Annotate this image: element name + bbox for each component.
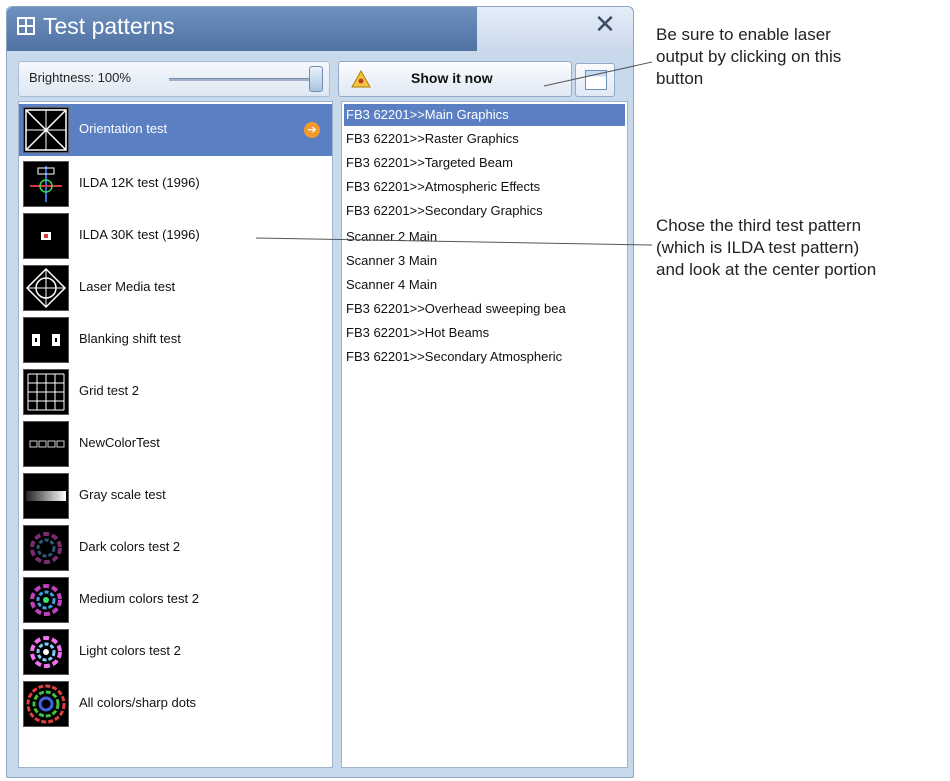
- scanner-item[interactable]: FB3 62201>>Hot Beams: [344, 322, 625, 344]
- pattern-item-medium-colors[interactable]: Medium colors test 2: [19, 574, 332, 626]
- window-title: Test patterns: [43, 13, 175, 39]
- scanner-item[interactable]: FB3 62201>>Secondary Atmospheric: [344, 346, 625, 368]
- pattern-item-dark-colors[interactable]: Dark colors test 2: [19, 522, 332, 574]
- scanner-item[interactable]: Scanner 2 Main: [344, 226, 625, 248]
- annotation-enable-laser: Be sure to enable laser output by clicki…: [656, 24, 841, 90]
- ilda30k-thumb-icon: [23, 213, 69, 259]
- pattern-label: Grid test 2: [79, 383, 139, 398]
- ilda12k-thumb-icon: [23, 161, 69, 207]
- test-patterns-window: Test patterns ✕ Brightness: 100% Show it…: [6, 6, 634, 778]
- scanner-item[interactable]: FB3 62201>>Main Graphics: [344, 104, 625, 126]
- annotation-line: button: [656, 69, 704, 88]
- show-it-now-button[interactable]: Show it now: [338, 61, 572, 97]
- scanner-item[interactable]: Scanner 3 Main: [344, 250, 625, 272]
- pattern-item-ilda30k[interactable]: ILDA 30K test (1996): [19, 210, 332, 262]
- pattern-label: NewColorTest: [79, 435, 160, 450]
- scanner-item[interactable]: FB3 62201>>Secondary Graphics: [344, 200, 625, 222]
- annotation-line: Be sure to enable laser: [656, 25, 831, 44]
- pattern-label: Blanking shift test: [79, 331, 181, 346]
- pattern-item-orientation[interactable]: Orientation test ➔: [19, 104, 332, 156]
- all-colors-thumb-icon: [23, 681, 69, 727]
- pattern-item-all-colors[interactable]: All colors/sharp dots: [19, 678, 332, 730]
- output-window-button[interactable]: [575, 63, 615, 97]
- pattern-item-blanking[interactable]: Blanking shift test: [19, 314, 332, 366]
- close-icon[interactable]: ✕: [591, 11, 619, 39]
- scanner-item[interactable]: FB3 62201>>Raster Graphics: [344, 128, 625, 150]
- newcolor-thumb-icon: [23, 421, 69, 467]
- pattern-label: Orientation test: [79, 121, 168, 136]
- scanner-item[interactable]: Scanner 4 Main: [344, 274, 625, 296]
- blanking-thumb-icon: [23, 317, 69, 363]
- pattern-label: Medium colors test 2: [79, 591, 199, 606]
- grayscale-thumb-icon: [23, 473, 69, 519]
- window-app-icon: [17, 17, 35, 35]
- pattern-item-laser-media[interactable]: Laser Media test: [19, 262, 332, 314]
- brightness-control: Brightness: 100%: [18, 61, 330, 97]
- dark-colors-thumb-icon: [23, 525, 69, 571]
- pattern-label: Dark colors test 2: [79, 539, 181, 554]
- pattern-label: All colors/sharp dots: [79, 695, 197, 710]
- light-colors-thumb-icon: [23, 629, 69, 675]
- pattern-item-ilda12k[interactable]: ILDA 12K test (1996): [19, 158, 332, 210]
- pattern-item-newcolor[interactable]: NewColorTest: [19, 418, 332, 470]
- annotation-line: output by clicking on this: [656, 47, 842, 66]
- show-it-now-label: Show it now: [411, 70, 493, 86]
- pattern-label: Gray scale test: [79, 487, 166, 502]
- pattern-item-light-colors[interactable]: Light colors test 2: [19, 626, 332, 678]
- annotation-line: and look at the center portion: [656, 260, 877, 279]
- medium-colors-thumb-icon: [23, 577, 69, 623]
- brightness-label: Brightness: 100%: [29, 70, 131, 85]
- pattern-label: ILDA 30K test (1996): [79, 227, 200, 242]
- annotation-line: (which is ILDA test pattern): [656, 238, 860, 257]
- orientation-thumb-icon: [23, 107, 69, 153]
- brightness-slider-thumb[interactable]: [309, 66, 323, 92]
- scanner-item[interactable]: FB3 62201>>Atmospheric Effects: [344, 176, 625, 198]
- window-icon: [585, 70, 607, 90]
- pattern-label: Laser Media test: [79, 279, 176, 294]
- laser-media-thumb-icon: [23, 265, 69, 311]
- pattern-item-grayscale[interactable]: Gray scale test: [19, 470, 332, 522]
- pattern-label: ILDA 12K test (1996): [79, 175, 200, 190]
- arrow-right-icon: ➔: [304, 122, 320, 138]
- scanner-list[interactable]: FB3 62201>>Main Graphics FB3 62201>>Rast…: [341, 101, 628, 768]
- laser-warning-icon: [351, 70, 371, 88]
- annotation-line: Chose the third test pattern: [656, 216, 862, 235]
- annotation-choose-pattern: Chose the third test pattern (which is I…: [656, 215, 876, 281]
- pattern-label: Light colors test 2: [79, 643, 181, 658]
- pattern-list[interactable]: Orientation test ➔ ILDA 12K test (1996) …: [18, 101, 333, 768]
- grid-thumb-icon: [23, 369, 69, 415]
- pattern-item-grid[interactable]: Grid test 2: [19, 366, 332, 418]
- brightness-slider-track[interactable]: [169, 78, 319, 81]
- scanner-item[interactable]: FB3 62201>>Targeted Beam: [344, 152, 625, 174]
- title-bar: Test patterns ✕: [7, 7, 633, 51]
- scanner-item[interactable]: FB3 62201>>Overhead sweeping bea: [344, 298, 625, 320]
